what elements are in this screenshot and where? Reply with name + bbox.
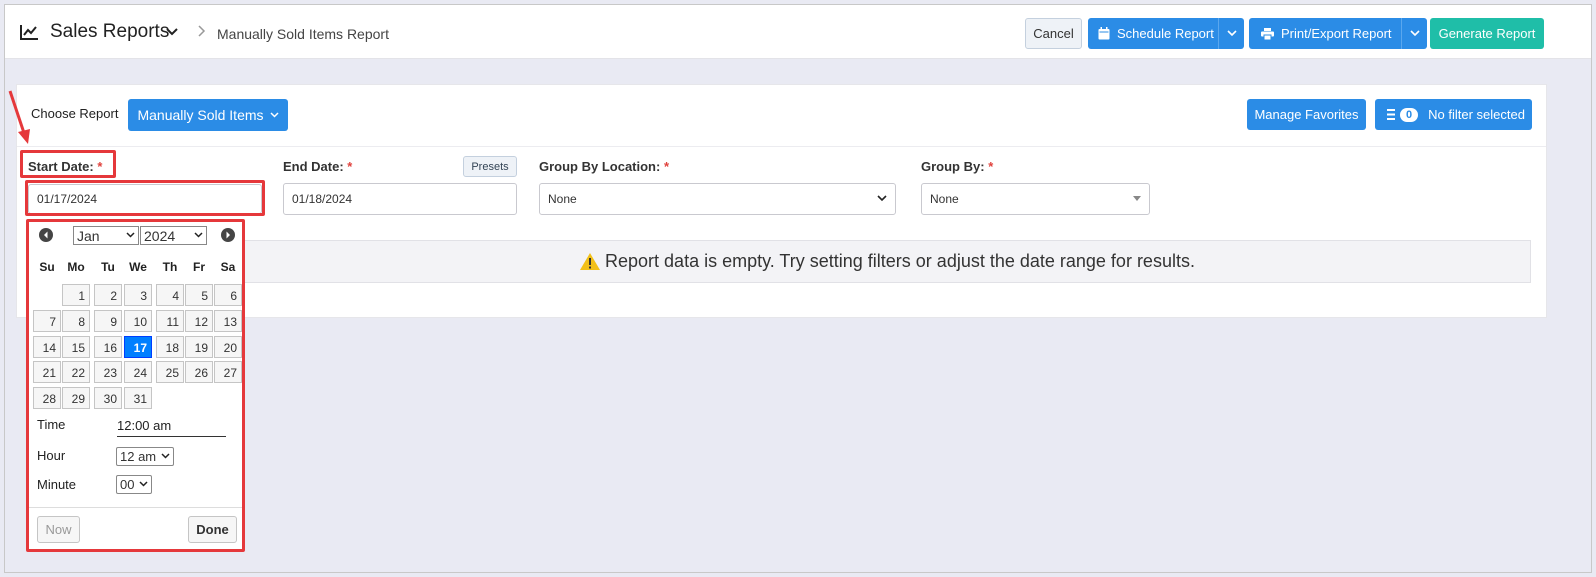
required-mark: * bbox=[663, 159, 670, 174]
end-date-label-text: End Date: bbox=[283, 159, 344, 174]
end-date-input[interactable]: 01/18/2024 bbox=[283, 183, 517, 215]
chevron-right-icon bbox=[198, 25, 206, 37]
report-select-value: Manually Sold Items bbox=[137, 107, 264, 123]
empty-report-message: Report data is empty. Try setting filter… bbox=[243, 240, 1531, 283]
highlight-start-date-input bbox=[25, 180, 265, 216]
filter-label: No filter selected bbox=[1428, 107, 1525, 122]
top-bar: Sales Reports Manually Sold Items Report… bbox=[5, 5, 1591, 59]
chevron-down-icon bbox=[877, 195, 887, 202]
presets-label: Presets bbox=[471, 160, 509, 173]
generate-report-button[interactable]: Generate Report bbox=[1430, 18, 1544, 49]
group-by-label-text: Group By: bbox=[921, 159, 985, 174]
choose-report-label: Choose Report bbox=[31, 106, 119, 121]
print-export-dropdown[interactable] bbox=[1401, 18, 1427, 49]
line-chart-icon bbox=[20, 25, 38, 40]
page-title: Sales Reports bbox=[50, 21, 170, 42]
schedule-report-dropdown[interactable] bbox=[1218, 18, 1244, 49]
cancel-button[interactable]: Cancel bbox=[1025, 18, 1082, 49]
group-location-value: None bbox=[548, 192, 577, 206]
breadcrumb: Manually Sold Items Report bbox=[217, 26, 389, 42]
chevron-down-icon bbox=[270, 112, 279, 118]
generate-report-label: Generate Report bbox=[1438, 26, 1536, 41]
filter-button[interactable]: 0 No filter selected bbox=[1375, 99, 1532, 130]
list-icon bbox=[1387, 109, 1395, 120]
chevron-down-icon bbox=[1226, 30, 1237, 37]
manage-favorites-label: Manage Favorites bbox=[1254, 107, 1359, 122]
chevron-down-icon[interactable] bbox=[165, 27, 179, 37]
cancel-button-label: Cancel bbox=[1033, 26, 1074, 41]
schedule-report-label: Schedule Report bbox=[1117, 26, 1214, 41]
group-location-label-text: Group By Location: bbox=[539, 159, 661, 174]
calendar-icon bbox=[1098, 27, 1110, 40]
schedule-report-button[interactable]: Schedule Report bbox=[1088, 18, 1218, 49]
filter-count-badge: 0 bbox=[1400, 107, 1419, 122]
group-location-select[interactable]: None bbox=[539, 183, 896, 215]
group-by-label: Group By: * bbox=[921, 159, 993, 174]
manage-favorites-button[interactable]: Manage Favorites bbox=[1247, 99, 1366, 130]
chevron-down-icon bbox=[1409, 30, 1420, 37]
group-by-select[interactable]: None bbox=[921, 183, 1150, 215]
highlight-start-date-label bbox=[20, 150, 116, 178]
warning-icon bbox=[580, 253, 601, 270]
print-export-label: Print/Export Report bbox=[1281, 26, 1392, 41]
end-date-value: 01/18/2024 bbox=[292, 192, 353, 206]
end-date-label: End Date: * bbox=[283, 159, 352, 174]
group-location-label: Group By Location: * bbox=[539, 159, 669, 174]
annotation-arrow-icon bbox=[8, 90, 30, 144]
required-mark: * bbox=[988, 159, 994, 174]
printer-icon bbox=[1261, 27, 1274, 40]
divider bbox=[17, 146, 1546, 147]
group-by-value: None bbox=[930, 192, 959, 206]
caret-down-icon bbox=[1133, 196, 1141, 201]
print-export-button[interactable]: Print/Export Report bbox=[1249, 18, 1401, 49]
report-select-button[interactable]: Manually Sold Items bbox=[128, 99, 288, 131]
highlight-datepicker bbox=[26, 219, 245, 552]
empty-report-text: Report data is empty. Try setting filter… bbox=[605, 251, 1195, 271]
required-mark: * bbox=[347, 159, 353, 174]
presets-button[interactable]: Presets bbox=[463, 156, 517, 177]
